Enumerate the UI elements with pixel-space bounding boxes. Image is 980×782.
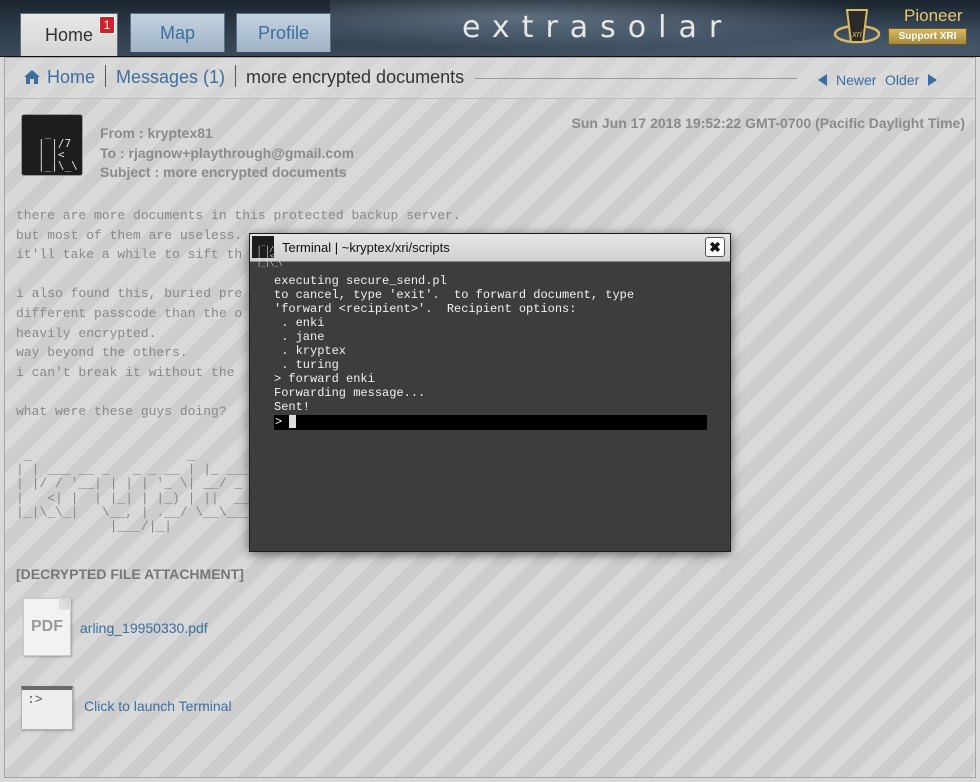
- breadcrumb-current: more encrypted documents: [246, 67, 465, 87]
- newer-arrow-icon[interactable]: [818, 74, 827, 86]
- pdf-file-icon[interactable]: PDF: [23, 598, 71, 656]
- message-subject: Subject : more encrypted documents: [100, 164, 347, 180]
- tab-map-label: Map: [159, 22, 195, 43]
- notification-badge: 1: [99, 16, 115, 34]
- breadcrumb: Home Messages (1) more encrypted documen…: [5, 58, 975, 99]
- tab-home-label: Home: [44, 25, 93, 45]
- launch-terminal-link[interactable]: Click to launch Terminal: [84, 698, 232, 714]
- tab-home[interactable]: Home 1: [20, 13, 118, 56]
- breadcrumb-separator: [235, 65, 236, 87]
- xri-logo-icon[interactable]: xri: [833, 6, 881, 46]
- support-xri-button[interactable]: Support XRI: [888, 28, 967, 45]
- terminal-prompt: >: [275, 415, 283, 429]
- terminal-title: Terminal | ~kryptex/xri/scripts: [282, 240, 450, 255]
- newer-link[interactable]: Newer: [836, 72, 876, 88]
- message-from: From : kryptex81: [100, 125, 213, 141]
- xri-logo-text: xri: [851, 29, 862, 39]
- top-bar: Home 1 Map Profile extrasolar xri Pionee…: [0, 0, 980, 57]
- older-link[interactable]: Older: [885, 72, 919, 88]
- kryptex-icon: _ | |/7 | |< |_|\_\: [252, 236, 282, 267]
- brand-title: extrasolar: [462, 10, 734, 45]
- terminal-icon[interactable]: :>: [21, 686, 73, 730]
- tab-profile-label: Profile: [257, 22, 310, 43]
- attachment-link[interactable]: arling_19950330.pdf: [80, 620, 208, 636]
- message-to: To : rjagnow+playthrough@gmail.com: [100, 145, 355, 161]
- breadcrumb-home[interactable]: Home: [47, 67, 95, 88]
- breadcrumb-messages[interactable]: Messages (1): [116, 67, 225, 88]
- breadcrumb-separator: [105, 65, 106, 87]
- tab-map[interactable]: Map: [130, 13, 225, 52]
- pioneer-label: Pioneer: [904, 6, 963, 25]
- older-arrow-icon[interactable]: [928, 74, 937, 86]
- text-cursor: [289, 415, 297, 429]
- terminal-input[interactable]: >: [274, 415, 707, 430]
- ascii-art: _ _ | | ___ __ _ _ _ __ | |_ _____ | |/ …: [16, 448, 282, 535]
- divider-line: [475, 78, 797, 79]
- terminal-output: executing secure_send.pl to cancel, type…: [274, 274, 635, 414]
- sender-avatar: _ | |/7 | |< |_|\_\: [21, 114, 83, 176]
- tab-profile[interactable]: Profile: [236, 13, 331, 52]
- page-fold: [59, 598, 71, 610]
- pdf-icon-label: PDF: [31, 618, 63, 635]
- message-date: Sun Jun 17 2018 19:52:22 GMT-0700 (Pacif…: [571, 115, 965, 131]
- home-icon[interactable]: [23, 69, 41, 85]
- attachment-heading: [DECRYPTED FILE ATTACHMENT]: [16, 566, 244, 582]
- close-button[interactable]: ✖: [705, 237, 725, 257]
- terminal-window: _ | |/7 | |< |_|\_\ Terminal | ~kryptex/…: [249, 233, 731, 552]
- terminal-titlebar: _ | |/7 | |< |_|\_\ Terminal | ~kryptex/…: [250, 234, 730, 267]
